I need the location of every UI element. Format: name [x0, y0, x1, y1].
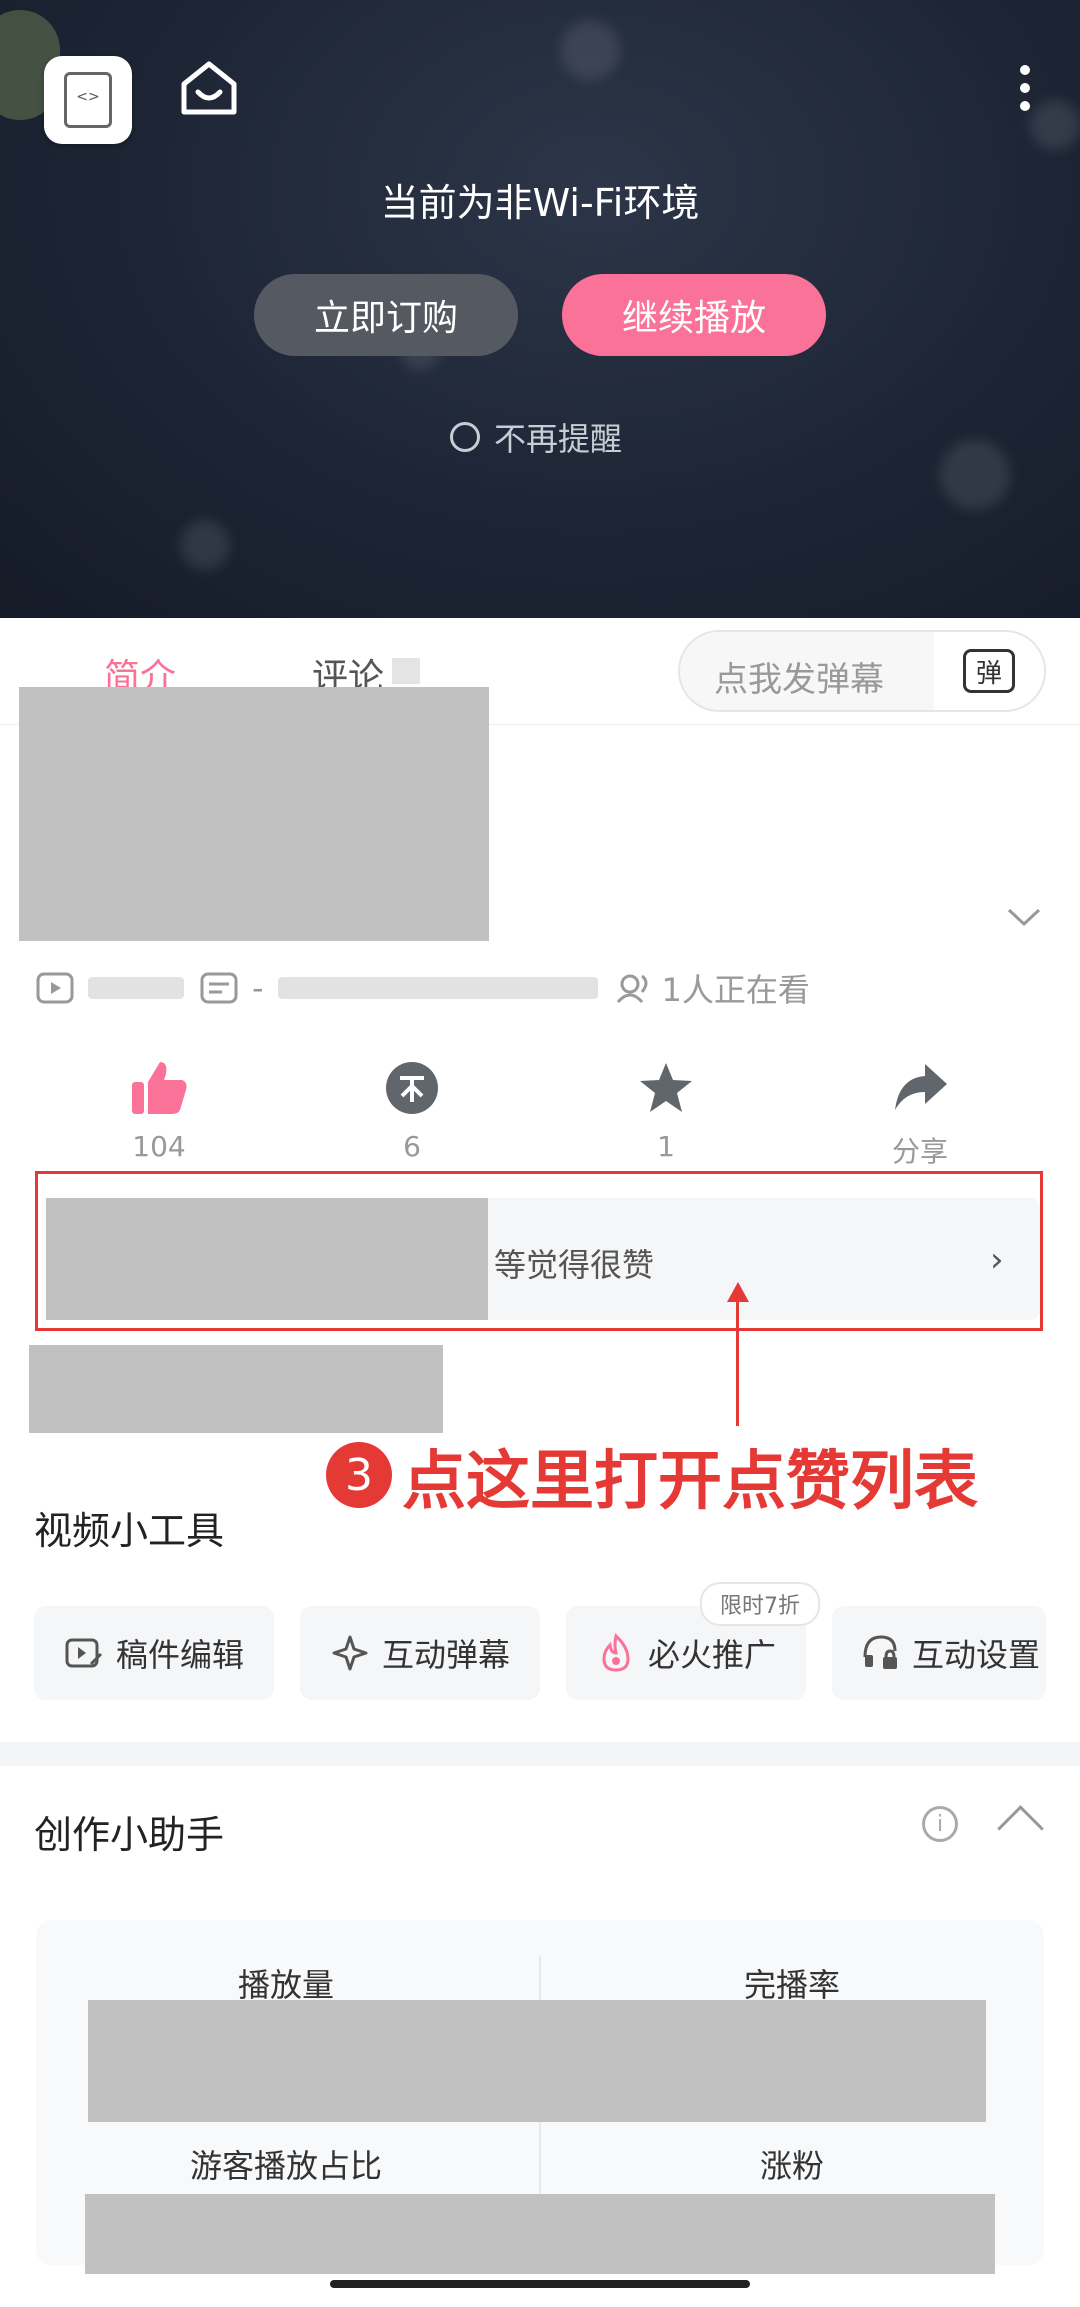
stat-label-guest-ratio: 游客播放占比 [189, 2147, 382, 2185]
promo-discount-badge: 限时7折 [700, 1582, 820, 1626]
annotation-arrow-head [727, 1282, 749, 1302]
tool-interactive-settings[interactable]: 互动设置 [832, 1606, 1046, 1700]
assistant-section-title: 创作小助手 [34, 1813, 225, 1857]
home-icon[interactable] [178, 58, 240, 118]
tool-edit-draft[interactable]: 稿件编辑 [34, 1606, 274, 1700]
headset-lock-icon [863, 1635, 897, 1669]
coin-icon [386, 1062, 438, 1114]
annotation-arrow [736, 1290, 739, 1426]
play-count-redacted [88, 977, 184, 999]
tool-label: 稿件编辑 [115, 1636, 244, 1674]
redacted-stat-values [88, 2000, 986, 2122]
publish-info-redacted [277, 977, 598, 999]
meta-separator: - [252, 969, 264, 1007]
coin-button[interactable]: 6 [352, 1060, 472, 1163]
redacted-block [29, 1345, 443, 1433]
tool-label: 互动设置 [912, 1636, 1041, 1674]
stat-label-followers: 涨粉 [759, 2147, 824, 2185]
danmaku-count-icon [200, 972, 238, 1004]
redacted-stat-values [85, 2194, 995, 2274]
watching-people-icon [616, 974, 648, 1004]
danmaku-send-button[interactable]: 弹 [934, 632, 1044, 710]
network-notice: 当前为非Wi-Fi环境 [380, 181, 700, 225]
tool-label: 互动弹幕 [381, 1636, 510, 1674]
no-remind-toggle[interactable]: 不再提醒 [450, 414, 622, 460]
tool-interactive-danmaku[interactable]: 互动弹幕 [300, 1606, 540, 1700]
like-button[interactable]: 104 [99, 1060, 219, 1163]
edit-video-icon [65, 1638, 103, 1668]
share-arrow-icon [895, 1064, 947, 1110]
thumbs-up-icon [132, 1062, 187, 1114]
expand-chevron-down-icon[interactable] [1006, 906, 1042, 928]
home-indicator[interactable] [330, 2280, 750, 2288]
subscribe-button[interactable]: 立即订购 [254, 274, 518, 356]
video-meta-row: - 1人正在看 [36, 966, 810, 1010]
danmaku-placeholder: 点我发弹幕 [714, 660, 884, 700]
continue-play-button[interactable]: 继续播放 [562, 274, 826, 356]
favorite-button[interactable]: 1 [606, 1060, 726, 1163]
coin-count: 6 [403, 1130, 421, 1163]
danmaku-input[interactable]: 点我发弹幕 弹 [678, 630, 1046, 712]
share-label: 分享 [891, 1135, 948, 1168]
watching-count: 1人正在看 [661, 971, 810, 1009]
like-count: 104 [132, 1130, 186, 1163]
video-player[interactable]: <> 当前为非Wi-Fi环境 立即订购 继续播放 不再提醒 [0, 0, 1080, 618]
no-remind-label: 不再提醒 [494, 420, 623, 458]
star-icon [640, 1063, 692, 1112]
favorite-count: 1 [657, 1130, 675, 1163]
comment-count-badge [392, 658, 420, 684]
tool-label: 必火推广 [647, 1636, 776, 1674]
annotation-text: 点这里打开点赞列表 [402, 1445, 978, 1519]
redacted-title-block [19, 687, 489, 941]
play-count-icon [36, 972, 74, 1004]
share-button[interactable]: 分享 [860, 1060, 980, 1170]
app-badge-icon[interactable]: <> [44, 56, 132, 144]
section-divider [0, 1742, 1080, 1766]
sparkle-icon [332, 1635, 368, 1671]
more-menu-icon[interactable] [1012, 64, 1038, 114]
tools-section-title: 视频小工具 [34, 1509, 225, 1553]
collapse-chevron-up-icon[interactable] [997, 1805, 1044, 1852]
flame-icon [602, 1633, 630, 1672]
annotation-step-number: 3 [326, 1442, 392, 1508]
annotation-highlight-box [35, 1171, 1043, 1331]
danmaku-tv-icon: 弹 [963, 649, 1015, 693]
info-icon[interactable]: i [922, 1806, 958, 1842]
radio-icon [450, 422, 480, 452]
